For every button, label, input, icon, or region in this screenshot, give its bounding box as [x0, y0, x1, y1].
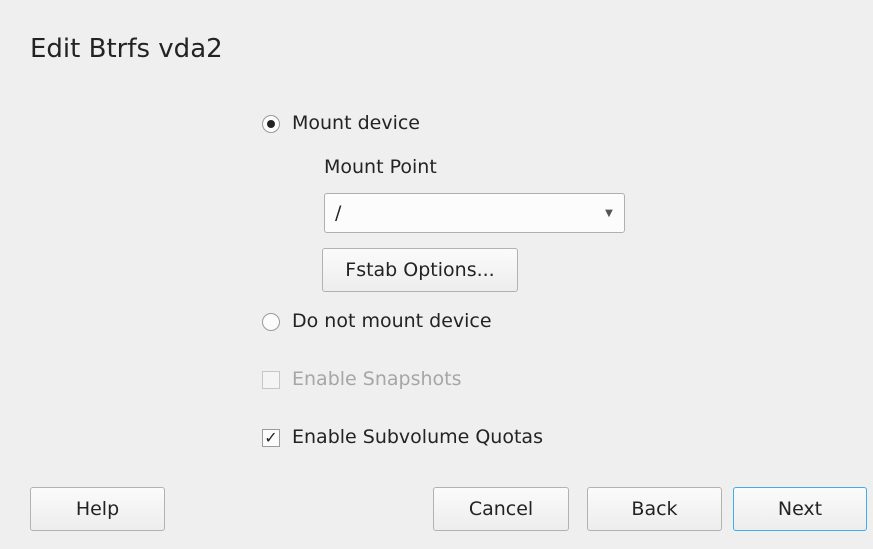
mount-point-value[interactable]: /	[325, 202, 594, 224]
mount-point-combobox[interactable]: / ▼	[324, 193, 625, 233]
do-not-mount-label: Do not mount device	[292, 310, 492, 332]
do-not-mount-radio[interactable]	[262, 312, 280, 331]
enable-quotas-option[interactable]: ✓ Enable Subvolume Quotas	[262, 428, 543, 447]
enable-snapshots-label: Enable Snapshots	[292, 368, 462, 390]
mount-device-label: Mount device	[292, 112, 420, 134]
checkmark-icon: ✓	[264, 427, 278, 447]
mount-point-label: Mount Point	[324, 156, 437, 178]
mount-device-radio[interactable]	[262, 114, 280, 133]
enable-snapshots-option: Enable Snapshots	[262, 370, 461, 389]
fstab-options-button[interactable]: Fstab Options...	[322, 248, 518, 292]
enable-quotas-label: Enable Subvolume Quotas	[292, 426, 543, 448]
enable-quotas-checkbox[interactable]: ✓	[262, 427, 280, 447]
next-button[interactable]: Next	[733, 487, 867, 531]
enable-snapshots-checkbox	[262, 370, 280, 389]
do-not-mount-option[interactable]: Do not mount device	[262, 312, 492, 331]
cancel-button[interactable]: Cancel	[433, 487, 569, 531]
dropdown-arrow-icon[interactable]: ▼	[594, 194, 624, 232]
dialog-title: Edit Btrfs vda2	[30, 34, 223, 64]
mount-device-option[interactable]: Mount device	[262, 114, 420, 133]
back-button[interactable]: Back	[587, 487, 722, 531]
help-button[interactable]: Help	[30, 487, 165, 531]
